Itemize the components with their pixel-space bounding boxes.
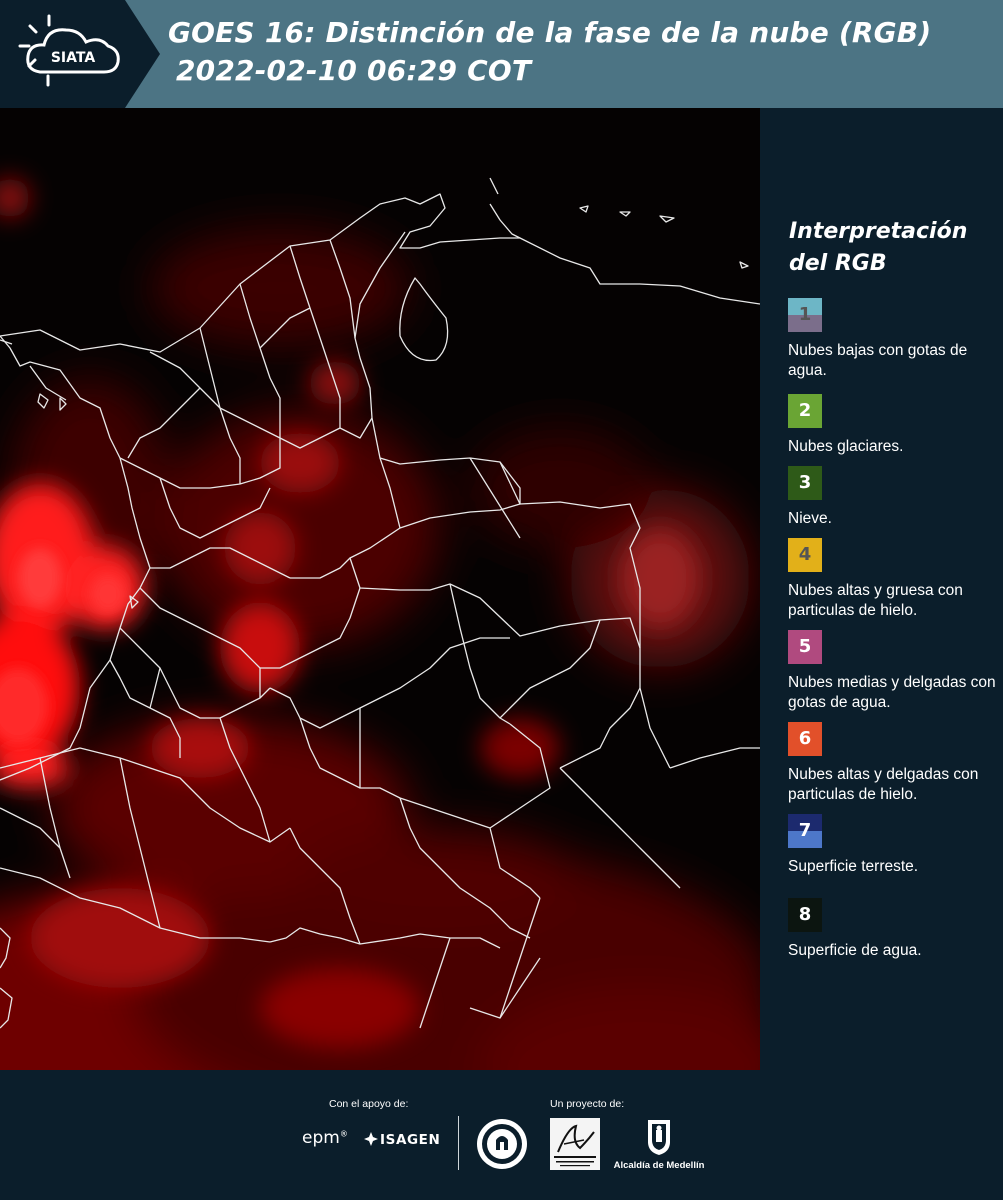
project-caption: Un proyecto de:: [550, 1098, 625, 1110]
area-metropolitana-seal-logo: [476, 1118, 528, 1170]
epm-logo: epm®: [302, 1128, 348, 1148]
isagen-logo: ISAGEN: [364, 1132, 440, 1148]
legend-item: 8 Superficie de agua.: [788, 898, 1000, 961]
legend-number: 6: [798, 728, 812, 749]
legend-label: Nubes bajas con gotas de agua.: [788, 342, 968, 379]
legend-label: Nubes medias y delgadas con gotas de agu…: [788, 674, 996, 711]
footer-divider: [458, 1116, 459, 1170]
legend-item: 1 Nubes bajas con gotas de agua.: [788, 298, 1000, 381]
legend-swatch: 8: [788, 898, 822, 932]
legend-number: 5: [798, 636, 812, 657]
legend-title-line1: Interpretación: [789, 219, 968, 244]
isagen-mark-icon: [364, 1132, 378, 1148]
legend-item: 5 Nubes medias y delgadas con gotas de ag…: [788, 630, 1000, 713]
siata-logo: SIATA: [0, 0, 160, 108]
legend-label: Superficie de agua.: [788, 942, 922, 959]
legend-label: Superficie terreste.: [788, 858, 919, 875]
satellite-rgb-map: [0, 108, 760, 1070]
epm-logo-text: epm: [302, 1128, 340, 1148]
legend-swatch: 4: [788, 538, 822, 572]
header-banner: SIATA GOES 16: Distinción de la fase de …: [0, 0, 1003, 108]
legend-number: 2: [798, 400, 812, 421]
legend-item: 4 Nubes altas y gruesa con particulas de …: [788, 538, 1000, 621]
support-caption: Con el apoyo de:: [329, 1098, 409, 1110]
legend-number: 4: [798, 544, 812, 565]
legend-swatch: 6: [788, 722, 822, 756]
legend-label: Nubes altas y gruesa con particulas de h…: [788, 582, 963, 619]
legend-item: 6 Nubes altas y delgadas con particulas d…: [788, 722, 1000, 805]
isagen-logo-text: ISAGEN: [380, 1132, 441, 1148]
legend-label: Nubes altas y delgadas con particulas de…: [788, 766, 979, 803]
area-metropolitana-logo: [550, 1118, 600, 1170]
legend-swatch: 5: [788, 630, 822, 664]
legend-number: 8: [798, 904, 812, 925]
legend-item: 7 Superficie terreste.: [788, 814, 1000, 877]
legend-number: 3: [798, 472, 812, 493]
alcaldia-label: Alcaldía de Medellín: [613, 1160, 705, 1171]
legend-swatch: 7: [788, 814, 822, 848]
legend-title: Interpretación del RGB: [789, 216, 999, 280]
legend-swatch: 3: [788, 466, 822, 500]
page-timestamp: 2022-02-10 06:29 COT: [176, 54, 532, 87]
legend-item: 3 Nieve.: [788, 466, 1000, 529]
alcaldia-medellin-logo: Alcaldía de Medellín: [612, 1118, 706, 1171]
legend-swatch: 2: [788, 394, 822, 428]
legend-label: Nubes glaciares.: [788, 438, 904, 455]
footer: Con el apoyo de: Un proyecto de: epm® IS…: [0, 1070, 1003, 1200]
legend-title-line2: del RGB: [789, 251, 887, 276]
legend-number: 1: [798, 304, 812, 325]
legend-panel: Interpretación del RGB 1 Nubes bajas con …: [760, 108, 1003, 1070]
legend-number: 7: [798, 820, 812, 841]
siata-logo-text: SIATA: [51, 50, 96, 66]
page-title: GOES 16: Distinción de la fase de la nub…: [168, 16, 932, 49]
legend-label: Nieve.: [788, 510, 832, 527]
legend-item: 2 Nubes glaciares.: [788, 394, 1000, 457]
legend-swatch: 1: [788, 298, 822, 332]
